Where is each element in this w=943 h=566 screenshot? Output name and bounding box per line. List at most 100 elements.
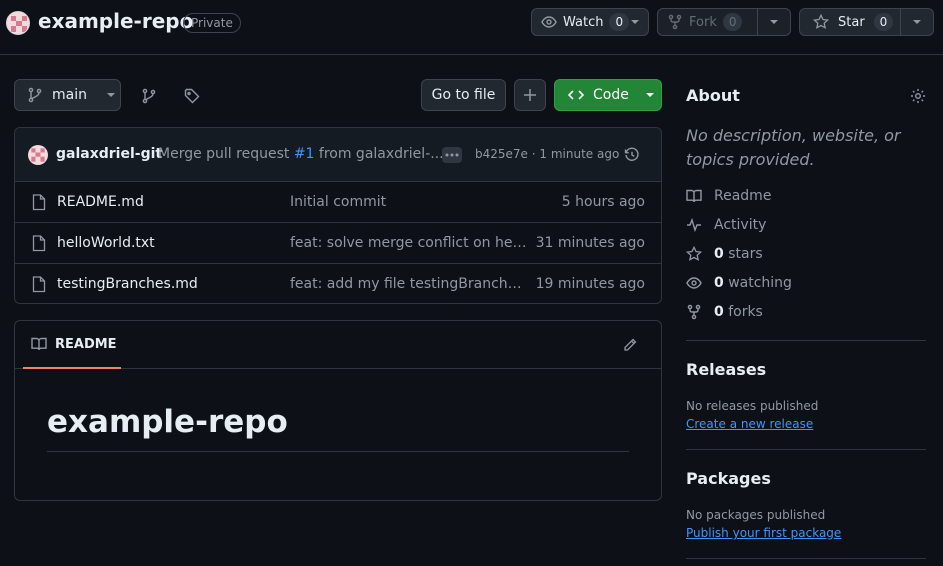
activity-label: Activity — [714, 217, 767, 233]
pulse-icon — [686, 217, 702, 233]
file-list: galaxdriel-git Merge pull request #1 fro… — [14, 127, 662, 304]
readme-link[interactable]: Readme — [686, 188, 771, 204]
repo-name-link[interactable]: example-repo — [38, 9, 193, 33]
code-label: Code — [593, 87, 629, 103]
file-row[interactable]: helloWorld.txt feat: solve merge conflic… — [15, 223, 661, 264]
watching-count: 0 — [714, 275, 724, 291]
pull-request-link[interactable]: #1 — [294, 146, 315, 162]
branches-button[interactable] — [138, 85, 160, 107]
sidebar-divider — [686, 558, 926, 559]
commit-history-button[interactable] — [622, 145, 642, 165]
tags-button[interactable] — [181, 85, 203, 107]
fork-button-group: Fork 0 — [657, 8, 791, 36]
star-button[interactable]: Star 0 — [800, 9, 900, 35]
sidebar-divider — [686, 449, 926, 450]
commit-author-link[interactable]: galaxdriel-git — [56, 146, 162, 162]
file-commit-time: 5 hours ago — [561, 194, 645, 210]
star-label: Star — [838, 14, 865, 30]
fork-count: 0 — [722, 13, 743, 31]
pencil-icon — [623, 338, 637, 352]
packages-heading[interactable]: Packages — [686, 469, 771, 488]
star-icon — [813, 14, 829, 30]
repo-owner-avatar[interactable] — [6, 11, 30, 35]
book-icon — [686, 188, 702, 204]
file-icon — [32, 194, 46, 211]
fork-button[interactable]: Fork 0 — [658, 9, 757, 35]
code-button[interactable]: Code — [554, 79, 662, 111]
file-commit-time: 31 minutes ago — [535, 235, 645, 251]
git-branch-icon — [141, 88, 157, 104]
branch-selector[interactable]: main — [14, 79, 121, 111]
watchers-link[interactable]: 0 watching — [686, 275, 792, 291]
branch-name: main — [52, 87, 87, 103]
heading-divider — [47, 451, 629, 452]
about-description: No description, website, or topics provi… — [686, 126, 901, 169]
commit-message[interactable]: Merge pull request #1 from galaxdriel-..… — [158, 146, 444, 162]
commit-message-prefix: Merge pull request — [158, 146, 294, 162]
readme-link-label: Readme — [714, 188, 772, 204]
releases-heading[interactable]: Releases — [686, 360, 766, 379]
file-row[interactable]: README.md Initial commit 5 hours ago — [15, 182, 661, 223]
tag-icon — [184, 88, 200, 104]
add-file-button[interactable] — [514, 79, 546, 111]
repo-forked-icon — [667, 14, 683, 30]
file-row[interactable]: testingBranches.md feat: add my file tes… — [15, 264, 661, 303]
star-icon — [686, 246, 702, 262]
readme-tab-label: README — [55, 336, 117, 352]
file-name-link[interactable]: helloWorld.txt — [57, 235, 155, 251]
eye-icon — [686, 275, 702, 291]
code-icon — [568, 87, 584, 103]
readme-header: README — [15, 321, 661, 369]
readme-panel: README example-repo — [14, 320, 662, 501]
publish-package-link[interactable]: Publish your first package — [686, 526, 841, 540]
watch-dropdown[interactable] — [622, 9, 648, 35]
commit-author-avatar[interactable] — [28, 145, 48, 165]
commit-message-suffix: from galaxdriel-... — [314, 146, 444, 162]
edit-readme-button[interactable] — [620, 335, 640, 355]
tab-readme[interactable]: README — [23, 321, 121, 369]
forks-label: forks — [728, 304, 763, 320]
commit-hash-link[interactable]: b425e7e — [475, 147, 528, 161]
expand-commit-button[interactable] — [442, 147, 462, 163]
file-name-link[interactable]: testingBranches.md — [57, 276, 198, 292]
packages-empty-text: No packages published — [686, 508, 826, 522]
activity-link[interactable]: Activity — [686, 217, 766, 233]
stars-link[interactable]: 0 stars — [686, 246, 763, 262]
star-dropdown[interactable] — [900, 9, 933, 35]
kebab-horizontal-icon — [445, 153, 459, 157]
latest-commit-bar: galaxdriel-git Merge pull request #1 fro… — [15, 128, 661, 182]
about-settings-button[interactable] — [908, 86, 928, 106]
watching-label: watching — [728, 275, 792, 291]
commit-time: 1 minute ago — [539, 147, 620, 161]
repo-forked-icon — [686, 304, 702, 320]
watch-button-group: Watch 0 — [531, 8, 649, 36]
fork-label: Fork — [689, 14, 717, 30]
fork-dropdown[interactable] — [757, 9, 790, 35]
star-button-group: Star 0 — [799, 8, 934, 36]
file-commit-message[interactable]: feat: solve merge conflict on hello... — [290, 235, 528, 251]
go-to-file-button[interactable]: Go to file — [421, 79, 506, 111]
forks-count: 0 — [714, 304, 724, 320]
about-heading: About — [686, 86, 740, 105]
watch-label: Watch — [563, 14, 604, 30]
forks-link[interactable]: 0 forks — [686, 304, 763, 320]
file-name-link[interactable]: README.md — [57, 194, 144, 210]
triangle-down-icon — [769, 19, 779, 25]
star-count: 0 — [873, 13, 894, 31]
repo-header: example-repo Private Watch 0 Fork 0 Star… — [0, 0, 943, 55]
commit-meta: b425e7e · 1 minute ago — [475, 147, 619, 161]
triangle-down-icon — [106, 92, 116, 98]
file-commit-message[interactable]: Initial commit — [290, 194, 528, 210]
visibility-badge: Private — [183, 13, 241, 33]
triangle-down-icon — [912, 19, 922, 25]
watch-button[interactable]: Watch 0 — [532, 9, 630, 35]
file-commit-message[interactable]: feat: add my file testingBranches.... — [290, 276, 528, 292]
stars-label: stars — [728, 246, 763, 262]
stars-count: 0 — [714, 246, 724, 262]
sidebar-divider — [686, 340, 926, 341]
meta-separator: · — [531, 147, 536, 161]
eye-icon — [541, 14, 557, 30]
file-icon — [32, 276, 46, 293]
create-release-link[interactable]: Create a new release — [686, 417, 813, 431]
triangle-down-icon — [630, 19, 640, 25]
